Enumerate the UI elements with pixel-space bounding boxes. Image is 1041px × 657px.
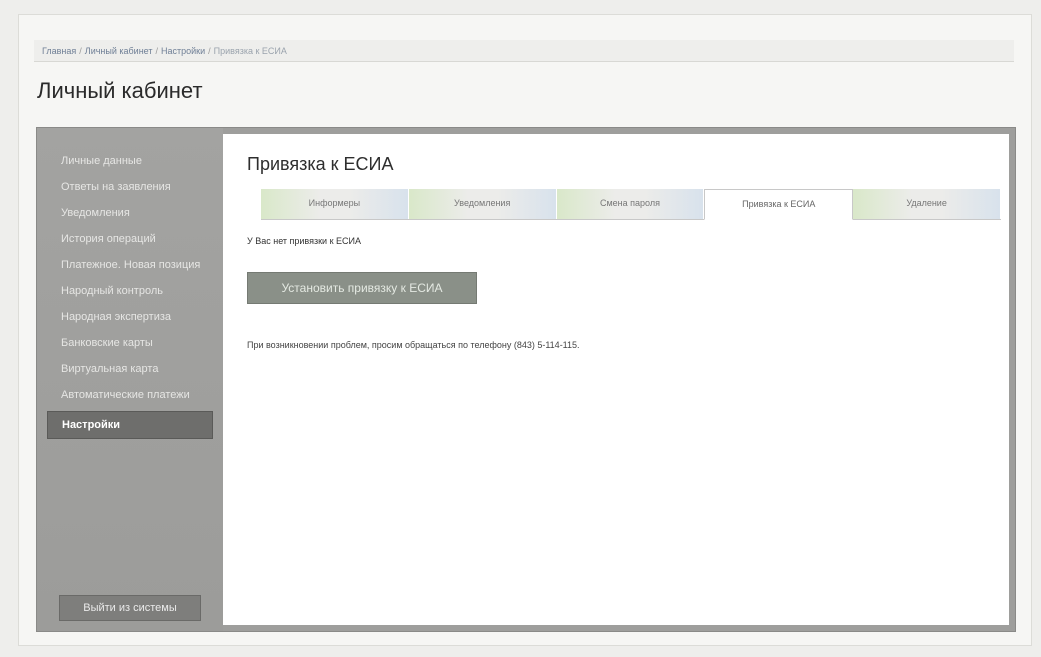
- tab-delete[interactable]: Удаление: [853, 189, 1001, 219]
- sidebar-item-settings[interactable]: Настройки: [47, 411, 213, 439]
- sidebar-item-history[interactable]: История операций: [37, 226, 223, 252]
- set-esia-binding-button[interactable]: Установить привязку к ЕСИА: [247, 272, 477, 304]
- sidebar-item-public-control[interactable]: Народный контроль: [37, 278, 223, 304]
- status-message: У Вас нет привязки к ЕСИА: [247, 236, 361, 246]
- sidebar-item-payment-position[interactable]: Платежное. Новая позиция: [37, 252, 223, 278]
- page-title: Личный кабинет: [37, 78, 203, 103]
- sidebar-item-virtual-card[interactable]: Виртуальная карта: [37, 356, 223, 382]
- breadcrumb-home[interactable]: Главная: [42, 46, 76, 56]
- tab-esia-binding[interactable]: Привязка к ЕСИА: [704, 189, 854, 220]
- settings-tabs: Информеры Уведомления Смена пароля Привя…: [261, 189, 1001, 220]
- sidebar-item-auto-payments[interactable]: Автоматические платежи: [37, 382, 223, 408]
- sidebar-item-personal-data[interactable]: Личные данные: [37, 148, 223, 174]
- content-area: Привязка к ЕСИА Информеры Уведомления См…: [223, 134, 1009, 625]
- sidebar: Личные данные Ответы на заявления Уведом…: [37, 128, 223, 631]
- sidebar-nav: Личные данные Ответы на заявления Уведом…: [37, 128, 223, 439]
- logout-button[interactable]: Выйти из системы: [59, 595, 201, 621]
- sidebar-item-notifications[interactable]: Уведомления: [37, 200, 223, 226]
- help-message: При возникновении проблем, просим обраща…: [247, 340, 580, 350]
- breadcrumb-account[interactable]: Личный кабинет: [85, 46, 153, 56]
- sidebar-item-public-expertise[interactable]: Народная экспертиза: [37, 304, 223, 330]
- breadcrumb-separator: /: [79, 46, 82, 56]
- account-panel: Личные данные Ответы на заявления Уведом…: [36, 127, 1016, 632]
- sidebar-item-bank-cards[interactable]: Банковские карты: [37, 330, 223, 356]
- breadcrumb-current: Привязка к ЕСИА: [213, 46, 287, 56]
- breadcrumb-separator: /: [155, 46, 159, 56]
- content-title: Привязка к ЕСИА: [247, 154, 394, 174]
- tab-change-password[interactable]: Смена пароля: [556, 189, 705, 219]
- breadcrumb-settings[interactable]: Настройки: [161, 46, 205, 56]
- sidebar-item-replies[interactable]: Ответы на заявления: [37, 174, 223, 200]
- breadcrumb: Главная / Личный кабинет / Настройки / Привязк…: [34, 40, 1014, 62]
- tab-notifications[interactable]: Уведомления: [408, 189, 557, 219]
- breadcrumb-separator: /: [208, 46, 211, 56]
- tab-informers[interactable]: Информеры: [261, 189, 409, 219]
